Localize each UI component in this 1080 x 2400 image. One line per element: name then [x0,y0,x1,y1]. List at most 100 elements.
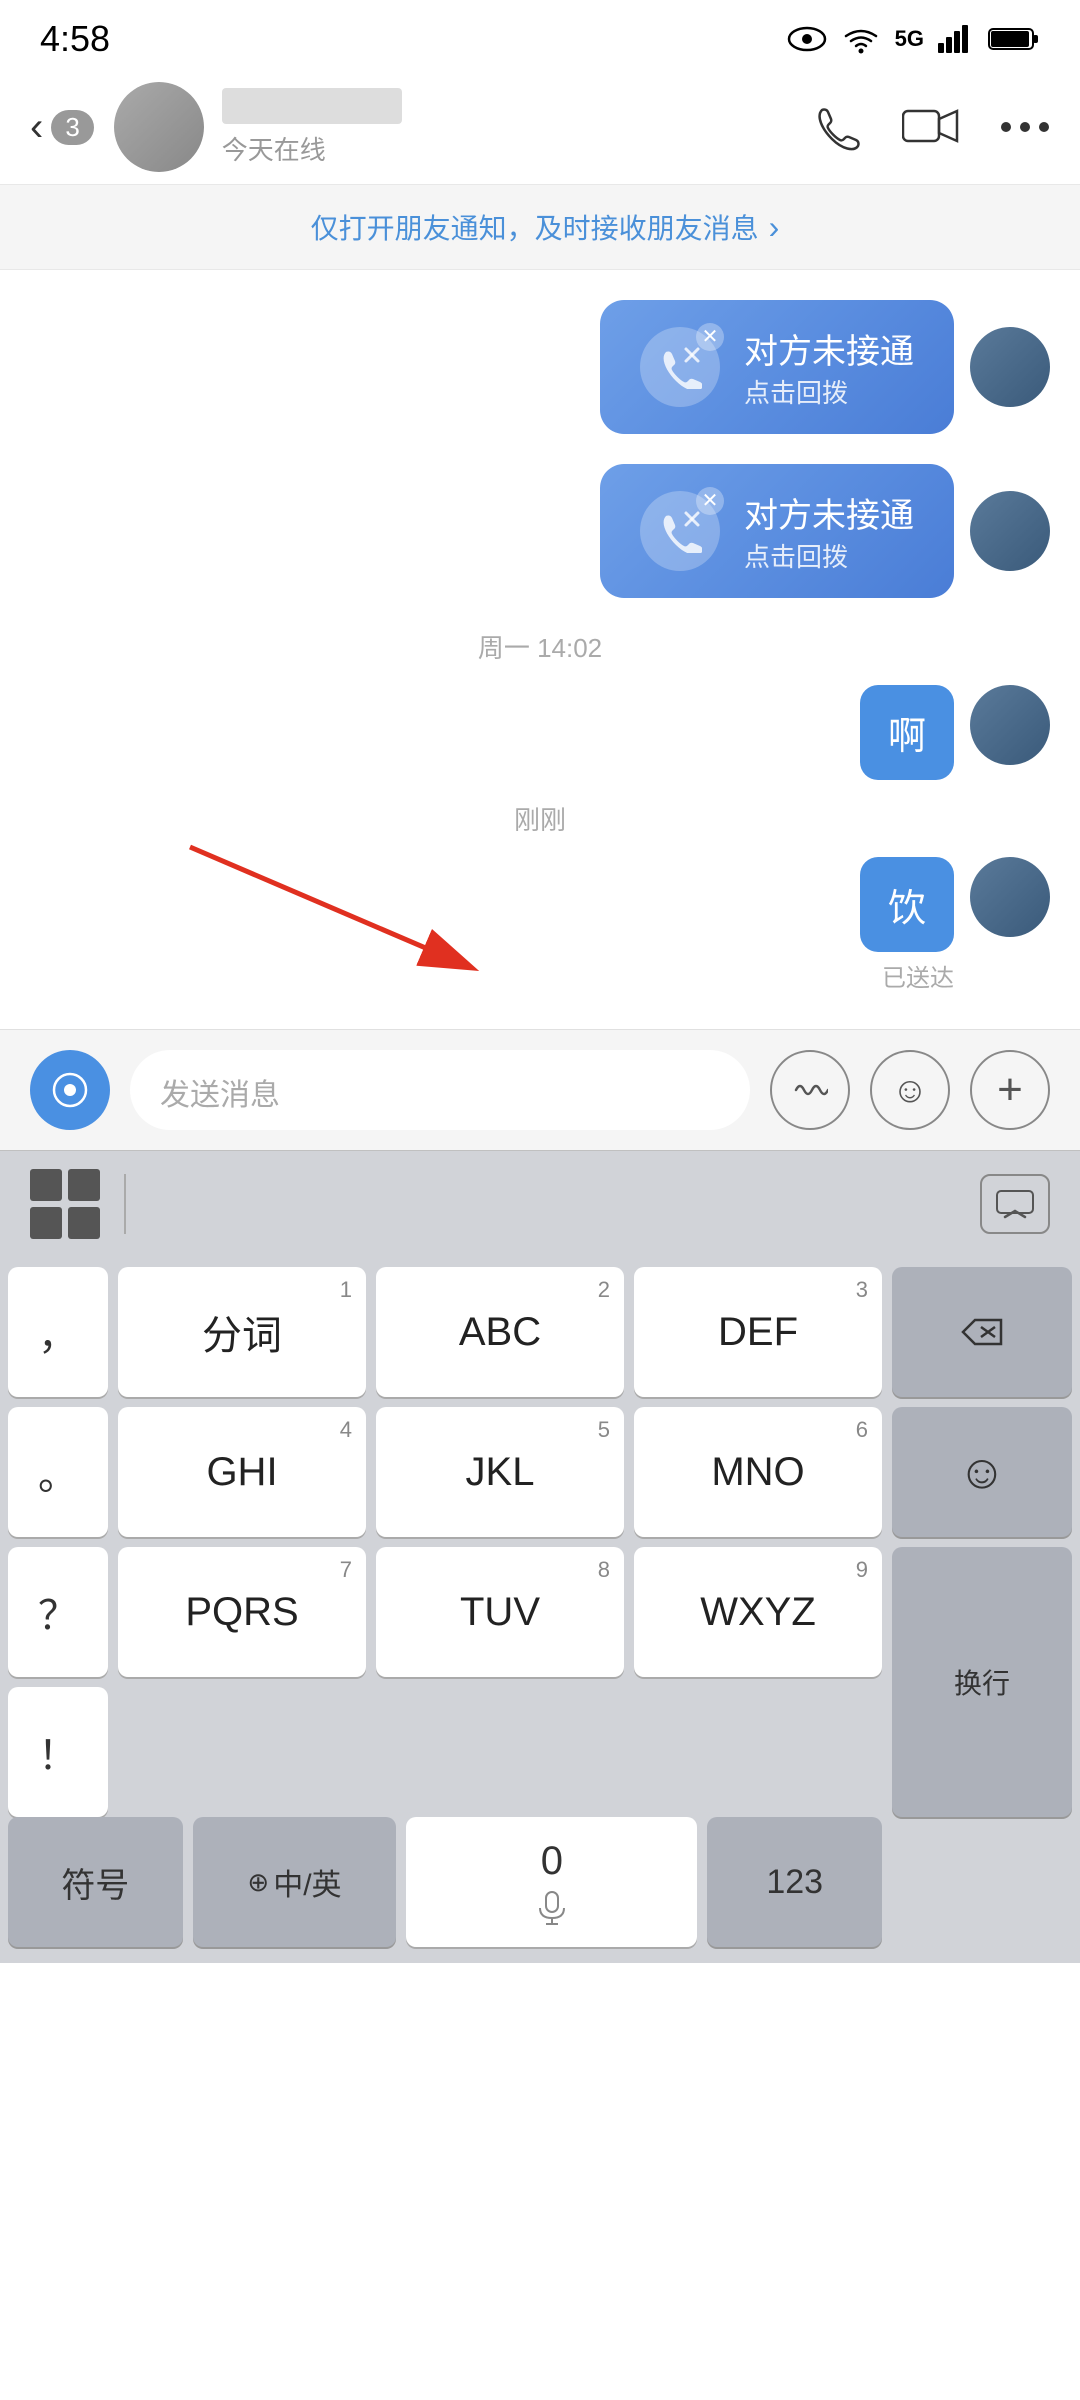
key-language[interactable]: ⊕ 中/英 [193,1817,397,1947]
keyboard-row-2: 4 GHI 5 JKL 6 MNO [118,1407,882,1537]
missed-call-icon-1 [640,327,720,407]
apps-icon-tr [68,1169,100,1201]
key-8-number: 8 [598,1557,610,1583]
voice-toggle-button[interactable] [30,1050,110,1130]
missed-call-main-1: 对方未接通 [744,324,914,373]
key-6-mno[interactable]: 6 MNO [634,1407,882,1537]
chat-area: 对方未接通 点击回拨 对方未接通 点击回拨 周一 14:02 [0,270,1080,1029]
key-1-label: 分词 [202,1303,282,1361]
key-2-label: ABC [459,1310,541,1355]
input-bar: 发送消息 ☺ + [0,1029,1080,1150]
timestamp-just-now: 刚刚 [30,800,1050,837]
key-2-number: 2 [598,1277,610,1303]
my-avatar-1 [970,685,1050,765]
contact-info: 今天在线 [222,88,812,167]
eye-icon [787,24,827,54]
message-placeholder: 发送消息 [160,1079,280,1112]
key-123[interactable]: 123 [707,1817,882,1947]
key-symbol-label: 符号 [61,1858,129,1907]
key-7-number: 7 [340,1557,352,1583]
keyboard-main: ， 。 ？ ！ 1 分词 2 ABC [8,1267,1072,1817]
keyboard: ， 。 ？ ！ 1 分词 2 ABC [0,1257,1080,1963]
missed-call-text-2: 对方未接通 点击回拨 [744,488,914,574]
key-zero-label: 0 [541,1839,563,1884]
back-arrow-icon: ‹ [30,107,43,147]
contact-status: 今天在线 [222,130,812,167]
key-2-abc[interactable]: 2 ABC [376,1267,624,1397]
notification-text: 仅打开朋友通知，及时接收朋友消息 [311,207,759,247]
keyboard-row-1: 1 分词 2 ABC 3 DEF [118,1267,882,1397]
key-4-ghi[interactable]: 4 GHI [118,1407,366,1537]
key-4-label: GHI [206,1450,277,1495]
key-question-label: ？ [38,1583,78,1641]
contact-name [222,88,402,124]
key-8-label: TUV [460,1590,540,1635]
toolbar-divider [124,1174,126,1234]
sender-avatar-missed-2 [970,491,1050,571]
key-emoji[interactable]: ☺ [892,1407,1072,1537]
back-badge: 3 [51,110,93,145]
wifi-icon [841,24,881,54]
message-yin-wrap: 饮 已送达 [860,857,954,993]
key-9-wxyz[interactable]: 9 WXYZ [634,1547,882,1677]
bottom-right-spacer [892,1817,1072,1947]
keyboard-bottom-row: 符号 ⊕ 中/英 0 123 [8,1817,1072,1947]
apps-icon[interactable] [30,1169,100,1239]
more-options-icon[interactable] [1000,120,1050,134]
key-newline[interactable]: 换行 [892,1547,1072,1817]
missed-call-sub-1: 点击回拨 [744,373,914,410]
header: ‹ 3 今天在线 [0,70,1080,185]
missed-call-bubble-1: 对方未接通 点击回拨 [600,300,954,434]
message-yin-bubble[interactable]: 饮 [860,857,954,952]
key-4-number: 4 [340,1417,352,1443]
key-7-pqrs[interactable]: 7 PQRS [118,1547,366,1677]
key-5-number: 5 [598,1417,610,1443]
key-backspace[interactable] [892,1267,1072,1397]
status-time: 4:58 [40,18,110,60]
missed-call-sub-2: 点击回拨 [744,537,914,574]
emoji-button[interactable]: ☺ [870,1050,950,1130]
key-period-label: 。 [38,1443,78,1501]
sound-wave-button[interactable] [770,1050,850,1130]
add-button[interactable]: + [970,1050,1050,1130]
missed-call-bubble-2: 对方未接通 点击回拨 [600,464,954,598]
key-3-def[interactable]: 3 DEF [634,1267,882,1397]
keyboard-row-3: 7 PQRS 8 TUV 9 WXYZ [118,1547,882,1677]
message-input[interactable]: 发送消息 [130,1050,750,1130]
key-language-label: 中/英 [273,1860,341,1904]
key-question[interactable]: ？ [8,1547,108,1677]
message-ah-bubble[interactable]: 啊 [860,685,954,780]
missed-call-text-1: 对方未接通 点击回拨 [744,324,914,410]
key-3-number: 3 [856,1277,868,1303]
apps-icon-tl [30,1169,62,1201]
keyboard-middle: 1 分词 2 ABC 3 DEF 4 GHI 5 [118,1267,882,1817]
phone-call-icon[interactable] [812,102,862,152]
notification-banner[interactable]: 仅打开朋友通知，及时接收朋友消息 › [0,185,1080,270]
key-symbol[interactable]: 符号 [8,1817,183,1947]
key-comma[interactable]: ， [8,1267,108,1397]
back-button[interactable]: ‹ 3 [30,107,94,147]
key-exclaim-label: ！ [38,1723,78,1781]
right-action-keys: ☺ 换行 [892,1267,1072,1817]
my-avatar-2 [970,857,1050,937]
message-ah-wrap: 啊 [860,685,954,780]
missed-call-message-1[interactable]: 对方未接通 点击回拨 [30,300,1050,434]
key-7-label: PQRS [185,1590,298,1635]
key-1-fenwei[interactable]: 1 分词 [118,1267,366,1397]
hide-keyboard-button[interactable] [980,1174,1050,1234]
network-badge: 5G [895,26,924,52]
key-8-tuv[interactable]: 8 TUV [376,1547,624,1677]
key-comma-label: ， [38,1303,78,1361]
key-exclaim[interactable]: ！ [8,1687,108,1817]
apps-icon-bl [30,1207,62,1239]
battery-icon [988,25,1040,53]
missed-call-message-2[interactable]: 对方未接通 点击回拨 [30,464,1050,598]
key-5-jkl[interactable]: 5 JKL [376,1407,624,1537]
video-call-icon[interactable] [902,105,960,149]
signal-icon [938,25,974,53]
key-space[interactable]: 0 [406,1817,697,1947]
key-9-label: WXYZ [700,1590,816,1635]
key-period[interactable]: 。 [8,1407,108,1537]
key-5-label: JKL [466,1450,535,1495]
message-yin: 饮 已送达 [30,857,1050,993]
